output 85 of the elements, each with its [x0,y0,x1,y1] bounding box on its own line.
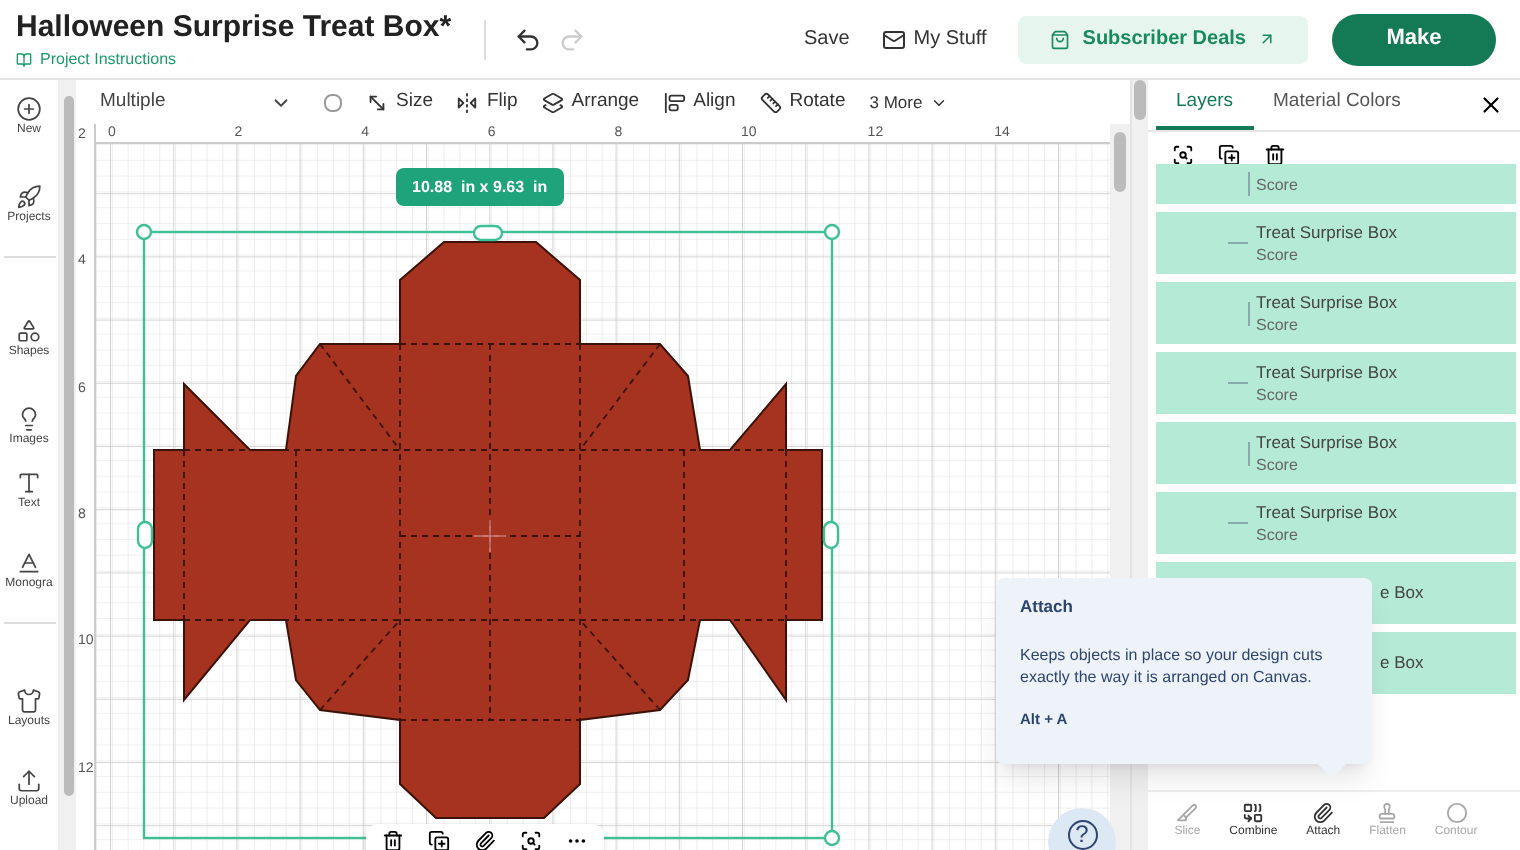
project-instructions-link[interactable]: Project Instructions [16,47,452,71]
knife-icon [1176,801,1199,823]
layer-name: Treat Surprise Box [1256,361,1398,383]
layer-row[interactable]: Treat Surprise Box Score [1156,352,1516,414]
resize-handle[interactable] [135,223,153,241]
score-line-icon [1248,301,1250,325]
panel-tab[interactable]: Material Colors [1253,80,1421,130]
resize-handle[interactable] [822,520,840,550]
resize-handle[interactable] [823,223,841,241]
undo-icon [513,25,542,53]
upload-icon [15,768,42,794]
layer-row[interactable]: Treat Surprise Box Score [1156,422,1516,484]
toolbar-button[interactable]: Flip [456,87,518,117]
layer-type: Score [1256,453,1300,475]
ruler-icon [759,91,782,113]
shapes-icon [15,318,42,344]
align-icon [663,91,686,113]
tooltip-title: Attach [1020,594,1075,620]
external-arrow-icon [1258,30,1276,48]
paperclip-icon [1312,801,1335,823]
layer-name: Treat Surprise Box [1256,501,1398,523]
score-line-icon [1228,522,1248,524]
layer-type: Score [1256,243,1300,265]
lightbulb-icon [16,406,42,432]
toolbar-button[interactable]: Size [366,87,433,117]
toolbar-button[interactable]: Align [663,87,736,117]
subscriber-deals-button[interactable]: Subscriber Deals [1018,15,1308,63]
mail-icon [881,27,906,51]
save-button[interactable]: Save [803,24,850,54]
toolbar-button[interactable]: Rotate [759,87,846,117]
letter-icon [16,550,42,576]
focus-icon[interactable] [520,829,542,850]
plus-icon [16,96,42,122]
more-button[interactable]: 3 More [869,89,949,115]
layer-type: Score [1256,523,1300,545]
layer-row[interactable]: Score [1156,164,1516,204]
layer-type: Score [1256,173,1298,195]
selection-dropdown[interactable]: Multiple [92,87,300,117]
combine-icon [1242,801,1265,823]
resize-handle[interactable] [823,829,841,847]
rocket-icon [16,184,42,210]
focus-icon[interactable] [1172,143,1194,165]
score-line-icon [1228,242,1248,244]
trash-icon[interactable] [382,829,404,850]
duplicate-icon[interactable] [1218,143,1240,165]
layer-type: Score [1256,313,1300,335]
make-button[interactable]: Make [1332,13,1496,65]
score-line-icon [1228,382,1248,384]
layers-icon [541,91,564,113]
project-title: Halloween Surprise Treat Box* [16,7,452,47]
layer-name: e Box [1380,652,1424,674]
layer-row[interactable]: Treat Surprise Box Score [1156,492,1516,554]
circle-icon [1445,801,1468,823]
shirt-icon [15,688,42,714]
score-line-icon [1248,172,1250,196]
text-icon [16,470,42,496]
book-icon [16,51,32,67]
layer-name: Treat Surprise Box [1256,431,1398,453]
stamp-icon [1376,801,1399,823]
size-badge: 10.88 in x 9.63 in [396,168,564,206]
tooltip-description: Keeps objects in place so your design cuts exactly the way it is arranged on Canvas. [1020,643,1325,688]
bag-icon [1050,29,1071,49]
layer-name: Treat Surprise Box [1256,291,1398,313]
flip-icon [456,91,479,113]
panel-tab[interactable]: Layers [1156,80,1254,130]
scrollbar-thumb[interactable] [1134,80,1146,120]
duplicate-icon[interactable] [428,829,450,850]
my-stuff-button[interactable]: My Stuff [881,24,987,54]
layer-name: e Box [1380,582,1424,604]
layer-row[interactable]: Treat Surprise Box Score [1156,212,1516,274]
score-line-icon [1248,441,1250,465]
resize-handle[interactable] [136,520,154,550]
trash-icon[interactable] [1264,143,1286,165]
scrollbar-thumb[interactable] [63,96,73,796]
resize-handle[interactable] [472,224,504,242]
redo-icon [557,25,586,53]
close-icon[interactable] [1478,92,1504,118]
toolbar-button[interactable]: Arrange [541,87,640,117]
layer-type: Score [1256,383,1300,405]
layer-row[interactable]: Treat Surprise Box Score [1156,282,1516,344]
layer-name: Treat Surprise Box [1256,221,1398,243]
count-icon [324,93,342,111]
paperclip-icon[interactable] [474,829,496,850]
resize-icon [366,91,388,113]
scrollbar-thumb[interactable] [1114,132,1126,192]
